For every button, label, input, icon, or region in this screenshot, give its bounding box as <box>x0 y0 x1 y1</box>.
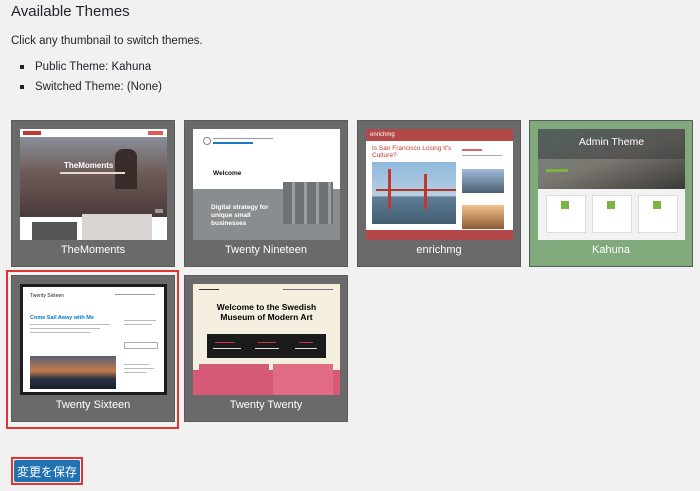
theme-tile-twenty-sixteen[interactable]: Twenty Sixteen Come Sail Away with Me Tw… <box>11 275 175 422</box>
preview-heading: Welcome to the Swedish Museum of Modern … <box>216 302 317 322</box>
preview-headline: Is San Francisco Losing It's Culture? <box>372 145 452 159</box>
theme-thumbnail[interactable]: TheMoments <box>20 129 167 240</box>
theme-tile-kahuna[interactable]: Admin Theme Kahuna <box>529 120 693 267</box>
public-theme-status: Public Theme: Kahuna <box>20 59 162 79</box>
theme-name: Kahuna <box>592 244 630 256</box>
theme-thumbnail[interactable]: Twenty Sixteen Come Sail Away with Me <box>20 284 167 395</box>
admin-theme-overlay: Admin Theme <box>578 136 645 148</box>
theme-tile-twenty-nineteen[interactable]: Welcome Digital strategy for unique smal… <box>184 120 348 267</box>
save-button-highlight: 変更を保存 <box>11 457 83 485</box>
theme-thumbnail[interactable]: Welcome to the Swedish Museum of Modern … <box>193 284 340 395</box>
theme-name: Twenty Twenty <box>229 399 303 411</box>
theme-thumbnail[interactable]: Admin Theme <box>538 129 685 240</box>
preview-site-title: Twenty Sixteen <box>30 293 64 299</box>
theme-tile-themoments[interactable]: TheMoments TheMoments <box>11 120 175 267</box>
preview-welcome: Welcome <box>213 170 242 177</box>
theme-name: TheMoments <box>60 244 126 256</box>
switched-theme-status: Switched Theme: (None) <box>20 79 162 99</box>
intro-text: Click any thumbnail to switch themes. <box>11 35 203 47</box>
preview-brand: enrichmg <box>370 132 395 138</box>
theme-name: enrichmg <box>416 244 462 256</box>
page-title: Available Themes <box>11 3 130 20</box>
preview-tagline: Digital strategy for unique small busine… <box>211 204 269 227</box>
preview-title: TheMoments <box>64 161 114 170</box>
theme-thumbnail[interactable]: Welcome Digital strategy for unique smal… <box>193 129 340 240</box>
save-changes-button[interactable]: 変更を保存 <box>14 460 80 482</box>
theme-tile-enrichmg[interactable]: enrichmg Is San Francisco Losing It's Cu… <box>357 120 521 267</box>
theme-name: Twenty Sixteen <box>55 399 131 411</box>
theme-status-list: Public Theme: Kahuna Switched Theme: (No… <box>20 59 162 99</box>
theme-name: Twenty Nineteen <box>225 244 307 256</box>
preview-heading: Come Sail Away with Me <box>30 315 94 321</box>
theme-thumbnail[interactable]: enrichmg Is San Francisco Losing It's Cu… <box>366 129 513 240</box>
theme-tile-twenty-twenty[interactable]: Welcome to the Swedish Museum of Modern … <box>184 275 348 422</box>
